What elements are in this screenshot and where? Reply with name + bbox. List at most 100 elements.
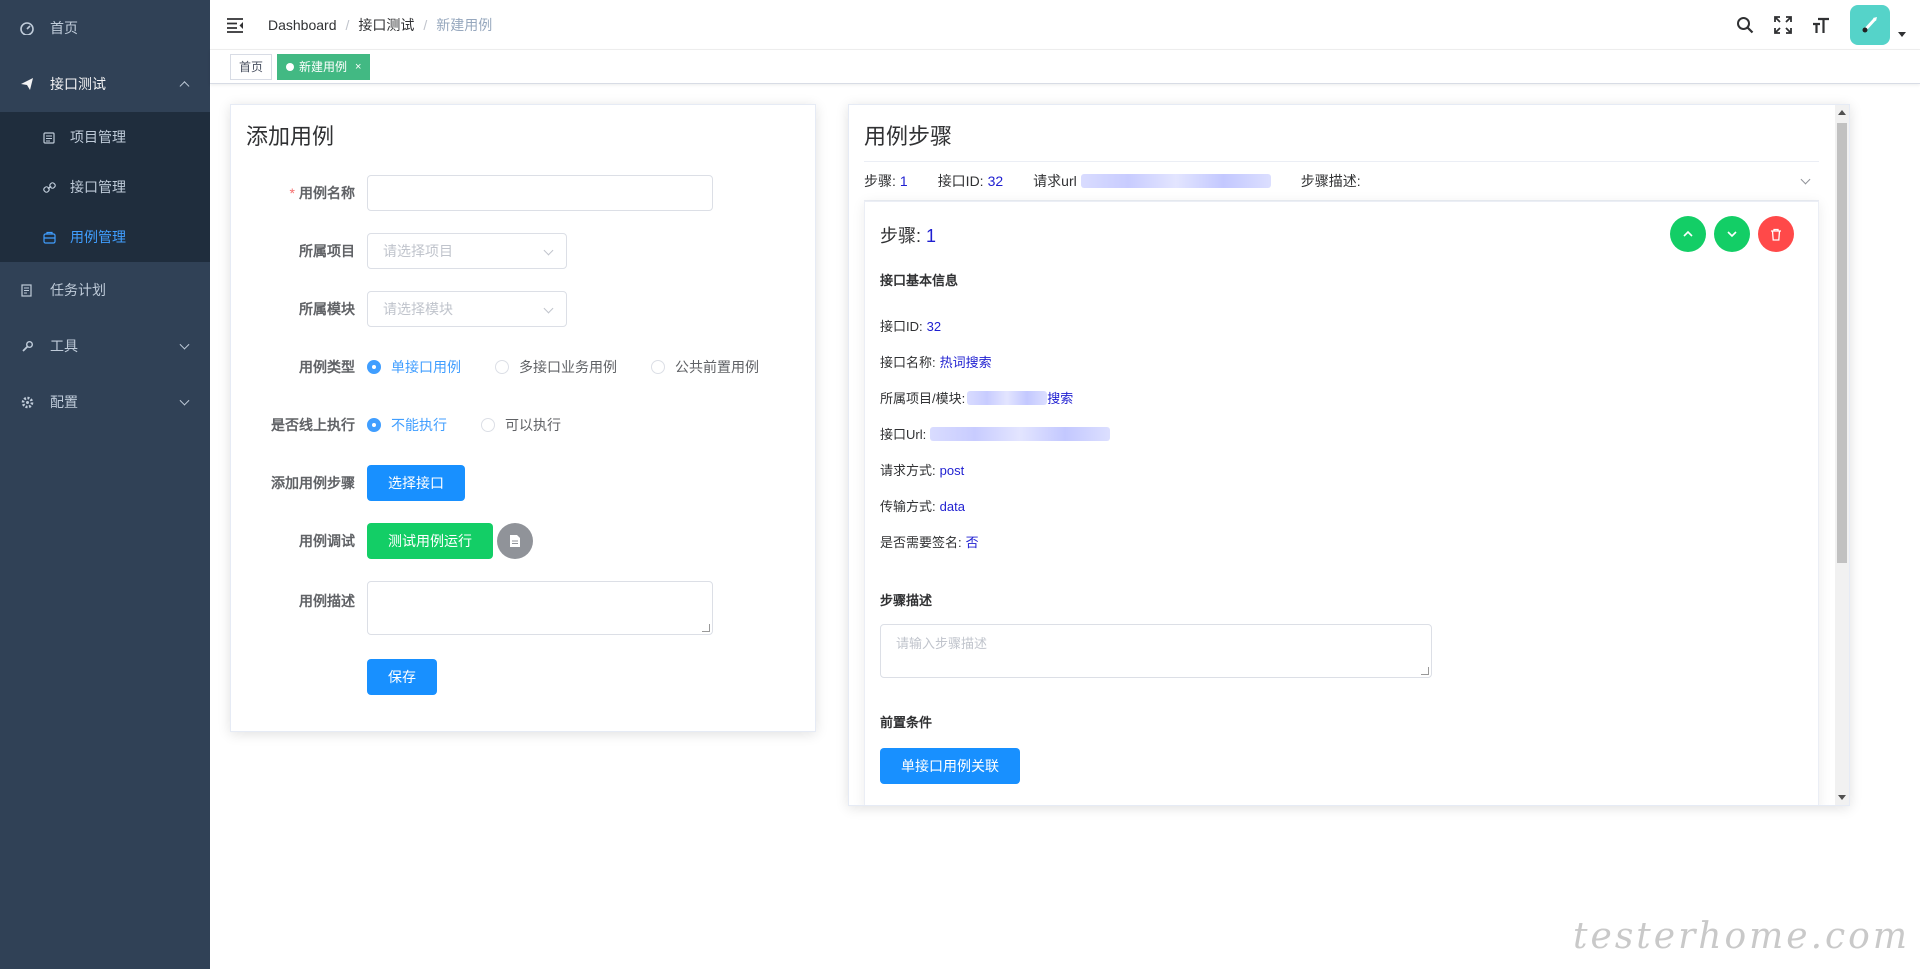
clipboard-icon [42, 130, 56, 144]
sidebar-item-config[interactable]: 配置 [0, 374, 210, 430]
chevron-down-icon [179, 339, 190, 350]
redacted-project [967, 390, 1048, 405]
case-name-row: * 用例名称 [231, 175, 713, 211]
add-step-label: 添加用例步骤 [271, 475, 355, 491]
sidebar-item-case-manage[interactable]: 用例管理 [0, 212, 210, 262]
project-row: 所属项目 请选择项目 [231, 233, 567, 269]
save-row: 保存 [231, 659, 437, 695]
method-row: 请求方式: post [880, 463, 965, 478]
chevron-down-icon [1727, 231, 1737, 238]
breadcrumb-separator: / [345, 16, 350, 33]
chevron-up-icon [1683, 230, 1693, 237]
sidebar-item-label: 任务计划 [50, 282, 106, 298]
select-placeholder: 请选择模块 [383, 301, 453, 317]
case-icon [42, 230, 56, 244]
document-icon[interactable] [497, 523, 533, 559]
card-title: 添加用例 [246, 124, 335, 149]
summary-step-value: 1 [899, 173, 908, 189]
radio-can-exec[interactable]: 可以执行 [481, 415, 561, 435]
add-step-row: 添加用例步骤 选择接口 [231, 465, 465, 501]
tag-new-case[interactable]: 新建用例 × [277, 53, 371, 80]
font-size-icon[interactable] [1802, 0, 1840, 50]
module-label: 所属模块 [299, 301, 355, 317]
chevron-down-icon [179, 395, 190, 406]
hamburger-menu-icon[interactable] [226, 16, 244, 34]
sidebar-item-tools[interactable]: 工具 [0, 318, 210, 374]
sidebar-item-label: 接口测试 [50, 76, 106, 92]
run-test-button[interactable]: 测试用例运行 [367, 523, 493, 559]
case-desc-textarea[interactable] [367, 581, 713, 635]
case-name-label: * 用例名称 [289, 185, 355, 201]
select-api-button[interactable]: 选择接口 [367, 465, 465, 501]
debug-row: 用例调试 测试用例运行 [231, 523, 533, 559]
sidebar: 首页 接口测试 项目管理 接口管理 用例管理 任务计划 工具 配置 [0, 0, 210, 969]
radio-single-api[interactable]: 单接口用例 [367, 357, 461, 377]
search-icon[interactable] [1726, 0, 1764, 50]
step-desc-textarea[interactable]: 请输入步骤描述 [880, 624, 1432, 678]
precondition-heading: 前置条件 [880, 715, 933, 730]
chevron-up-icon [179, 81, 190, 92]
tag-label: 首页 [239, 59, 264, 74]
chevron-down-icon[interactable] [1800, 174, 1811, 185]
dashboard-icon [20, 21, 34, 35]
api-url-row: 接口Url: [880, 424, 1111, 443]
redacted-url [930, 426, 1111, 441]
radio-cannot-exec[interactable]: 不能执行 [367, 415, 447, 435]
project-select[interactable]: 请选择项目 [367, 233, 567, 269]
summary-key: 接口ID: [937, 173, 984, 189]
breadcrumb: Dashboard / 接口测试 / 新建用例 [268, 15, 492, 35]
scrollbar[interactable] [1835, 105, 1849, 805]
case-steps-card: 用例步骤 步骤: 1 接口ID: 32 请求url 步骤描述: 步骤: 1 接口… [848, 104, 1850, 806]
sidebar-item-api-manage[interactable]: 接口管理 [0, 162, 210, 212]
breadcrumb-separator: / [423, 16, 428, 33]
radio-multi-api[interactable]: 多接口业务用例 [495, 357, 617, 377]
wrench-icon [20, 339, 34, 353]
sidebar-item-project-manage[interactable]: 项目管理 [0, 112, 210, 162]
delete-step-button[interactable] [1758, 216, 1794, 252]
save-button[interactable]: 保存 [367, 659, 437, 695]
step-title: 步骤: 1 [880, 226, 937, 246]
case-name-input[interactable] [367, 175, 713, 211]
select-placeholder: 请选择项目 [383, 243, 453, 259]
breadcrumb-dashboard[interactable]: Dashboard [268, 17, 337, 33]
radio-public-precondition[interactable]: 公共前置用例 [651, 357, 759, 377]
gear-icon [20, 395, 34, 409]
chevron-down-icon [543, 303, 554, 314]
redacted-url [1080, 174, 1271, 188]
add-case-card: 添加用例 * 用例名称 所属项目 请选择项目 所属模块 请选择模块 用例类型 单接… [230, 104, 816, 732]
sidebar-item-home[interactable]: 首页 [0, 0, 210, 56]
avatar[interactable] [1850, 5, 1890, 45]
scrollbar-thumb[interactable] [1837, 123, 1847, 563]
close-icon[interactable]: × [355, 55, 361, 79]
scroll-up-arrow-icon[interactable] [1838, 110, 1846, 115]
api-id-row: 接口ID: 32 [880, 319, 942, 334]
scroll-down-arrow-icon[interactable] [1838, 795, 1846, 800]
sidebar-item-label: 项目管理 [70, 129, 126, 145]
sidebar-item-label: 接口管理 [70, 179, 126, 195]
link-case-button[interactable]: 单接口用例关联 [880, 748, 1020, 784]
project-label: 所属项目 [299, 243, 355, 259]
sidebar-item-task-plan[interactable]: 任务计划 [0, 262, 210, 318]
move-up-button[interactable] [1670, 216, 1706, 252]
navbar: Dashboard / 接口测试 / 新建用例 [210, 0, 1920, 50]
sidebar-item-label: 工具 [50, 338, 78, 354]
active-dot-icon [286, 62, 295, 71]
tag-home[interactable]: 首页 [230, 53, 273, 80]
step-summary-row[interactable]: 步骤: 1 接口ID: 32 请求url 步骤描述: [864, 161, 1819, 201]
online-exec-label: 是否线上执行 [271, 417, 355, 433]
breadcrumb-api-test[interactable]: 接口测试 [358, 15, 414, 35]
textarea-placeholder: 请输入步骤描述 [896, 636, 988, 651]
fullscreen-icon[interactable] [1764, 0, 1802, 50]
move-down-button[interactable] [1714, 216, 1750, 252]
transfer-row: 传输方式: data [880, 499, 965, 514]
caret-down-icon[interactable] [1898, 31, 1906, 37]
module-select[interactable]: 请选择模块 [367, 291, 567, 327]
summary-key: 请求url [1033, 173, 1077, 189]
sidebar-item-label: 用例管理 [70, 229, 126, 245]
summary-key: 步骤: [864, 173, 896, 189]
sidebar-item-api-test[interactable]: 接口测试 [0, 56, 210, 112]
link-icon [42, 180, 56, 194]
basic-info-heading: 接口基本信息 [880, 273, 959, 288]
watermark: testerhome.com [1573, 916, 1910, 957]
project-module-row: 所属项目/模块: 搜索 [880, 390, 1074, 406]
